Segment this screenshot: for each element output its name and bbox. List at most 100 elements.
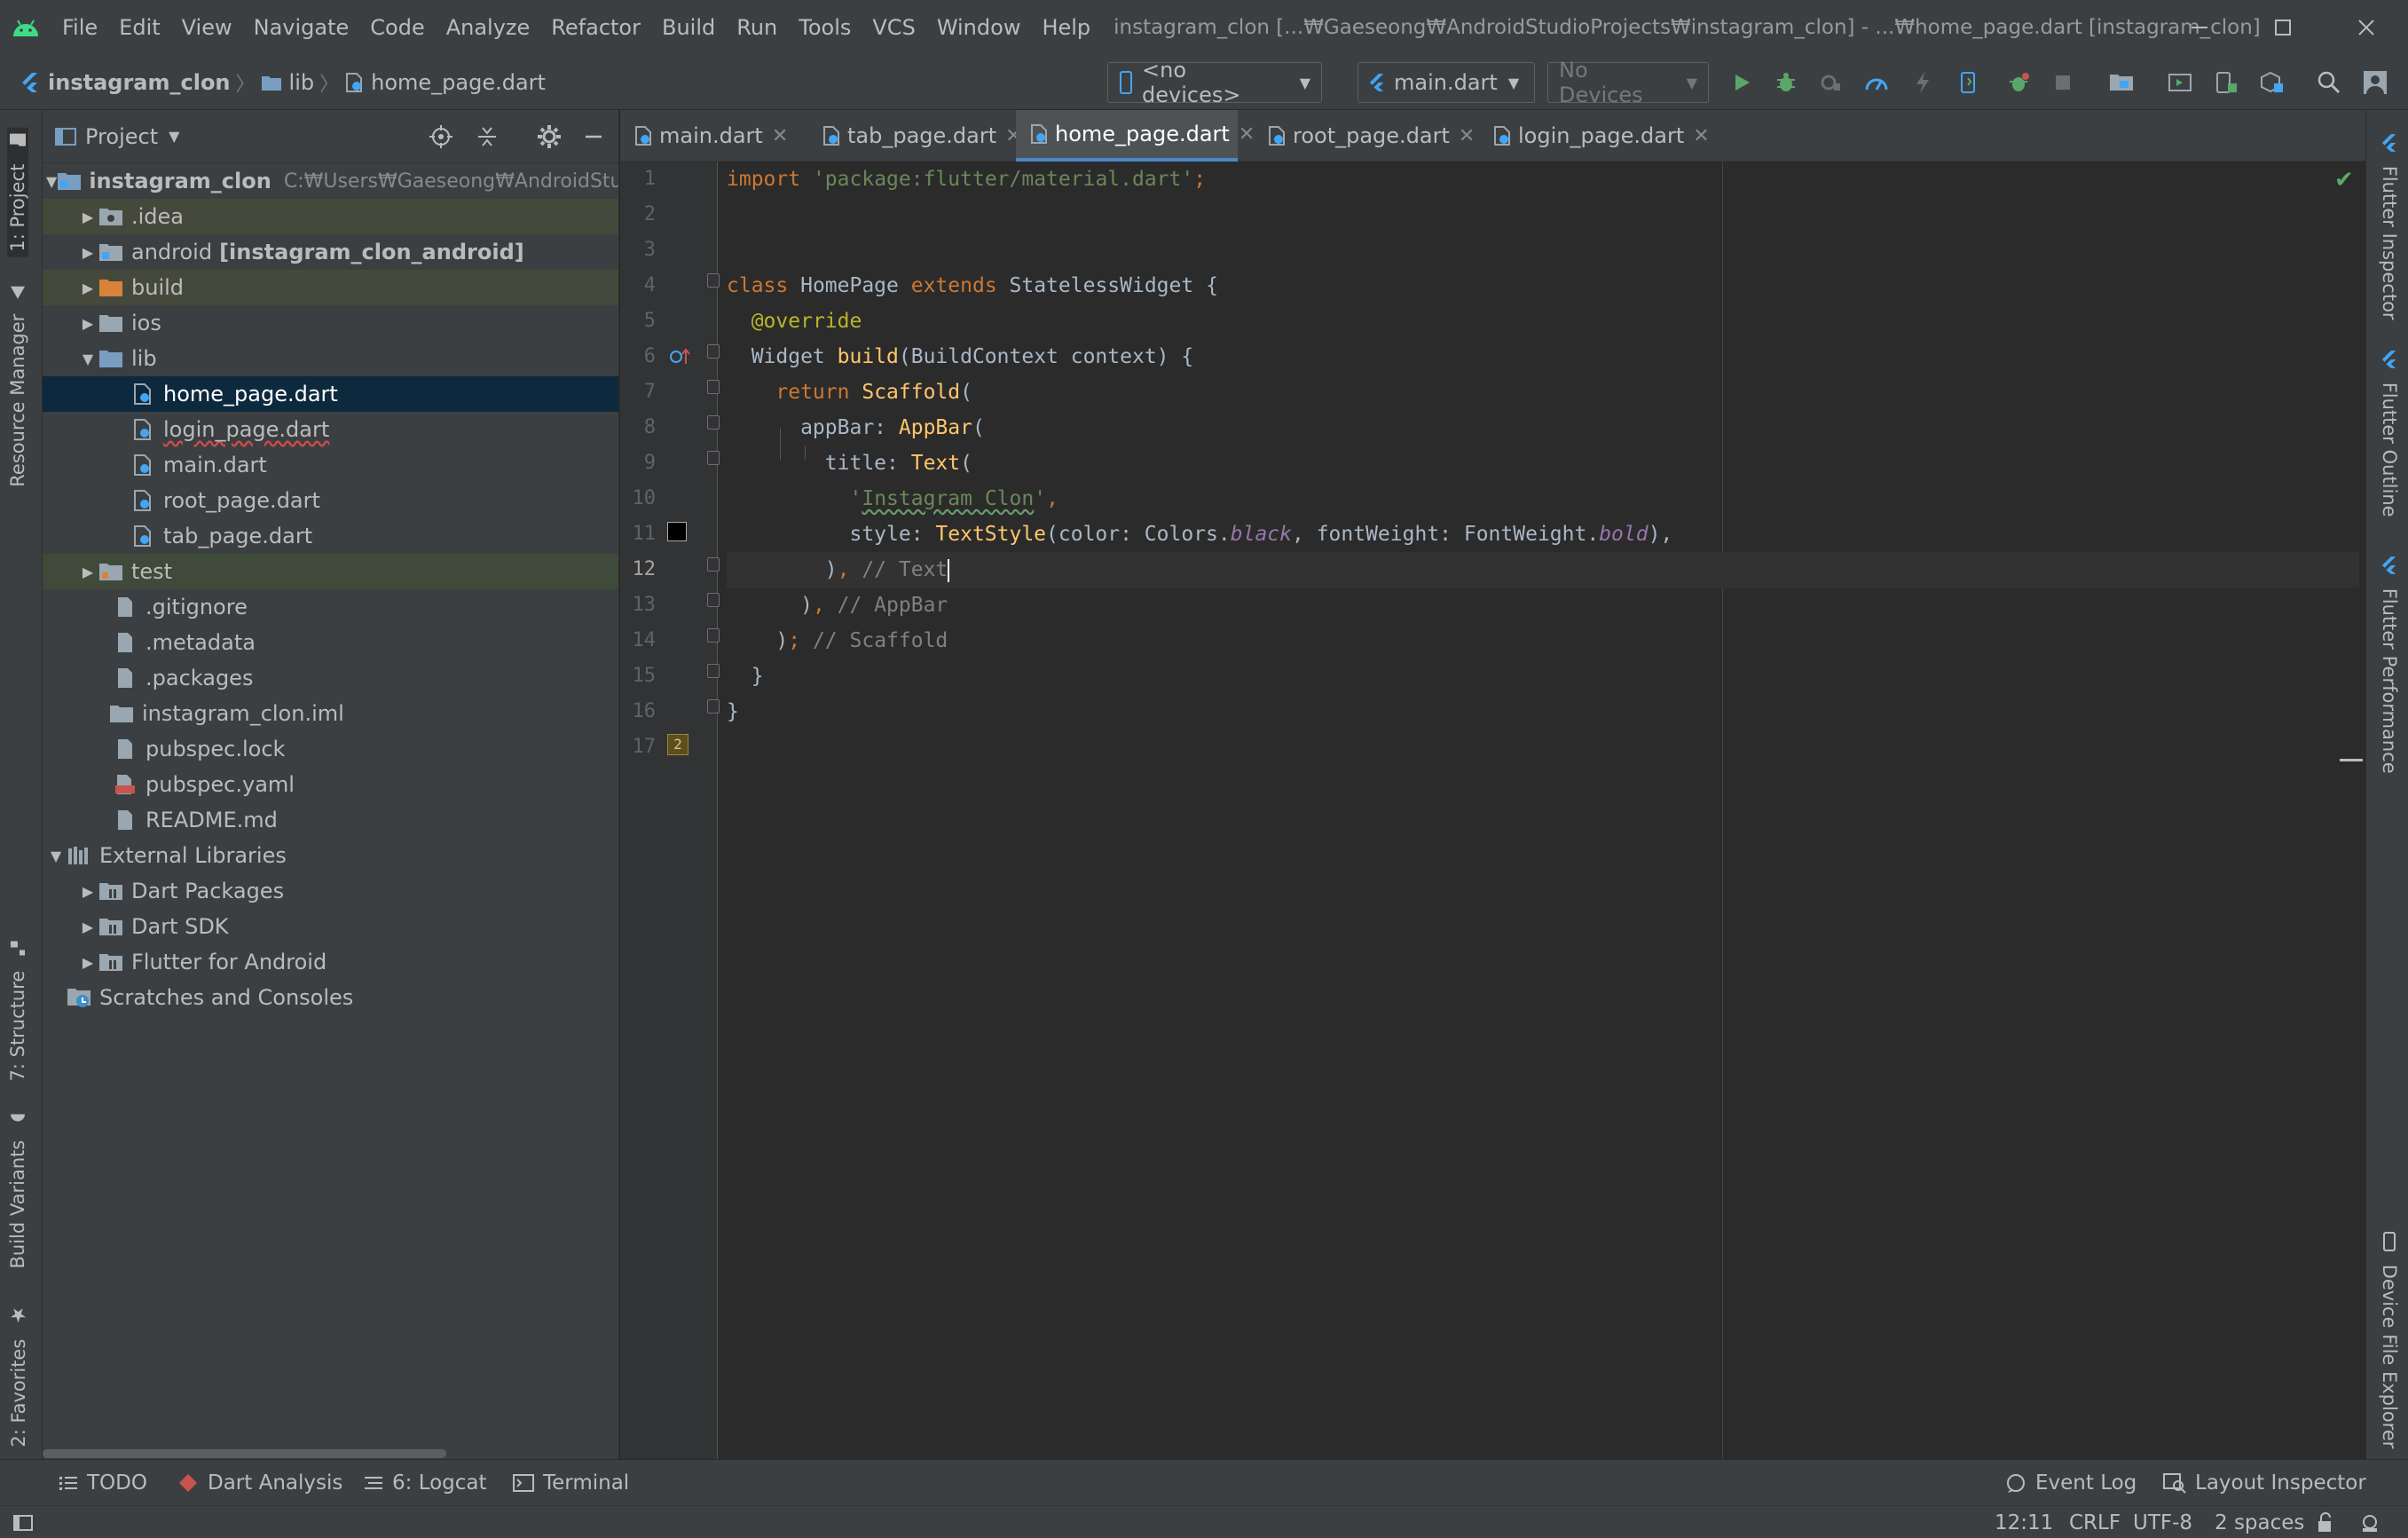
tool-button-terminal[interactable]: Terminal	[513, 1460, 629, 1506]
tool-tab-structure[interactable]: 7: Structure	[7, 940, 28, 1082]
close-window-icon[interactable]	[2325, 0, 2408, 55]
tree-item-project-root[interactable]: ▼ instagram_clon C:₩Users₩Gaeseong₩Andro…	[43, 163, 618, 199]
fold-marker-icon[interactable]	[707, 344, 720, 359]
tab-login-page-dart[interactable]: login_page.dart ✕	[1479, 110, 1710, 162]
tree-item-ios[interactable]: ▶ ios	[43, 305, 618, 341]
code-line-15[interactable]: }	[727, 659, 2359, 694]
code-line-9[interactable]: title: Text(	[727, 446, 2359, 481]
tree-item-scratches[interactable]: Scratches and Consoles	[43, 980, 618, 1015]
code-line-16[interactable]: }	[727, 694, 2359, 730]
indent-setting[interactable]: 2 spaces	[2215, 1506, 2304, 1538]
tool-tab-flutter-inspector[interactable]: Flutter Inspector	[2379, 133, 2400, 320]
code-line-17[interactable]	[727, 730, 2359, 765]
minimize-icon[interactable]	[2158, 0, 2241, 55]
tool-tab-flutter-performance[interactable]: Flutter Performance	[2379, 556, 2400, 774]
tree-item-metadata[interactable]: .metadata	[43, 625, 618, 660]
code-line-6[interactable]: Widget build(BuildContext context) {	[727, 339, 2359, 375]
debug-tests-icon[interactable]	[2003, 67, 2034, 98]
sdk-manager-icon[interactable]	[2257, 67, 2287, 98]
caret-position[interactable]: 12:11	[1995, 1506, 2053, 1538]
color-swatch-icon[interactable]	[667, 522, 687, 541]
editor-gutter[interactable]: 1 2 3 4 5 6 7 8 9 10 11 12 13 14 15 16 1…	[620, 162, 720, 1459]
code-line-7[interactable]: return Scaffold(	[727, 375, 2359, 410]
fold-marker-icon[interactable]	[707, 664, 720, 678]
fold-marker-icon[interactable]	[707, 557, 720, 572]
project-structure-icon[interactable]	[2106, 67, 2137, 98]
tree-item-root-page-dart[interactable]: root_page.dart	[43, 483, 618, 518]
tab-main-dart[interactable]: main.dart ✕	[620, 110, 788, 162]
tree-item-build[interactable]: ▶ build	[43, 270, 618, 305]
collapsed-arrow-icon[interactable]: ▶	[78, 244, 98, 261]
inspection-ok-icon[interactable]: ✔	[2334, 167, 2354, 193]
locate-file-icon[interactable]	[426, 122, 456, 152]
run-icon[interactable]	[1727, 67, 1757, 98]
code-line-5[interactable]: @override	[727, 304, 2359, 339]
close-tab-icon[interactable]: ✕	[1239, 123, 1255, 146]
tree-item-tab-page-dart[interactable]: tab_page.dart	[43, 518, 618, 554]
menu-vcs[interactable]: VCS	[862, 0, 925, 55]
close-tab-icon[interactable]: ✕	[1693, 125, 1709, 147]
tool-tab-device-file-explorer[interactable]: Device File Explorer	[2379, 1232, 2400, 1448]
stop-icon[interactable]	[2048, 67, 2078, 98]
file-encoding[interactable]: UTF-8	[2133, 1506, 2192, 1538]
fold-marker-icon[interactable]	[707, 593, 720, 607]
collapsed-arrow-icon[interactable]: ▶	[78, 209, 98, 225]
collapsed-arrow-icon[interactable]: ▶	[78, 919, 98, 935]
code-line-2[interactable]	[727, 197, 2359, 233]
tool-tab-project[interactable]: 1: Project	[7, 128, 28, 257]
tool-tab-flutter-outline[interactable]: Flutter Outline	[2379, 350, 2400, 517]
account-avatar-icon[interactable]	[2360, 67, 2390, 98]
tool-button-logcat[interactable]: 6: Logcat	[364, 1460, 487, 1506]
breadcrumb-project[interactable]: instagram_clon	[48, 70, 231, 95]
fold-marker-icon[interactable]	[707, 415, 720, 430]
project-view-selector[interactable]: Project	[85, 124, 158, 149]
close-tab-icon[interactable]: ✕	[772, 125, 788, 147]
menu-navigate[interactable]: Navigate	[243, 0, 360, 55]
tree-item-iml[interactable]: instagram_clon.iml	[43, 696, 618, 731]
breadcrumb-file[interactable]: home_page.dart	[371, 70, 546, 95]
tree-item-dart-sdk[interactable]: ▶ Dart SDK	[43, 909, 618, 944]
menu-window[interactable]: Window	[926, 0, 1032, 55]
code-line-11[interactable]: style: TextStyle(color: Colors.black, fo…	[727, 517, 2359, 552]
attach-debugger-icon[interactable]	[1815, 67, 1845, 98]
code-line-4[interactable]: class HomePage extends StatelessWidget {	[727, 268, 2359, 304]
tree-item-home-page-dart[interactable]: home_page.dart	[43, 376, 618, 412]
run-configuration-selector[interactable]: main.dart ▼	[1357, 62, 1535, 103]
code-line-14[interactable]: ); // Scaffold	[727, 623, 2359, 659]
profile-icon[interactable]	[1861, 67, 1892, 98]
code-line-8[interactable]: appBar: AppBar(	[727, 410, 2359, 446]
expanded-arrow-icon[interactable]: ▼	[46, 173, 57, 190]
fold-marker-icon[interactable]	[707, 628, 720, 643]
tree-item-dart-packages[interactable]: ▶ Dart Packages	[43, 873, 618, 909]
fold-marker-icon[interactable]	[707, 699, 720, 714]
tree-item-test[interactable]: ▶ test	[43, 554, 618, 589]
fold-marker-icon[interactable]	[707, 380, 720, 394]
menu-run[interactable]: Run	[726, 0, 788, 55]
expanded-arrow-icon[interactable]: ▼	[46, 848, 66, 864]
menu-code[interactable]: Code	[359, 0, 435, 55]
tab-tab-page-dart[interactable]: tab_page.dart ✕	[808, 110, 1022, 162]
menu-edit[interactable]: Edit	[108, 0, 170, 55]
tree-item-idea[interactable]: ▶ .idea	[43, 199, 618, 234]
breadcrumb-lib[interactable]: lib	[289, 70, 315, 95]
menu-analyze[interactable]: Analyze	[436, 0, 541, 55]
fold-marker-icon[interactable]	[707, 273, 720, 288]
tool-button-event-log[interactable]: Event Log	[2005, 1460, 2137, 1506]
tree-item-lib[interactable]: ▼ lib	[43, 341, 618, 376]
debug-icon[interactable]	[1771, 67, 1801, 98]
apply-changes-icon[interactable]	[1954, 67, 1984, 98]
collapsed-arrow-icon[interactable]: ▶	[78, 315, 98, 332]
avd-manager-icon[interactable]	[2165, 67, 2195, 98]
tree-item-pubspec-yaml[interactable]: pubspec.yaml	[43, 767, 618, 802]
collapsed-arrow-icon[interactable]: ▶	[78, 883, 98, 900]
code-line-10[interactable]: 'Instagram Clon',	[727, 481, 2359, 517]
expanded-arrow-icon[interactable]: ▼	[78, 351, 98, 367]
menu-file[interactable]: File	[51, 0, 108, 55]
maximize-icon[interactable]	[2241, 0, 2325, 55]
closing-labels-badge[interactable]: 2	[667, 734, 689, 755]
code-line-12[interactable]: ), // Text	[727, 552, 2359, 588]
target-devices-selector[interactable]: No Devices ▼	[1547, 58, 1709, 107]
error-stripe-marker[interactable]	[2340, 759, 2363, 761]
read-only-lock-icon[interactable]	[2316, 1506, 2335, 1538]
line-separator[interactable]: CRLF	[2069, 1506, 2121, 1538]
